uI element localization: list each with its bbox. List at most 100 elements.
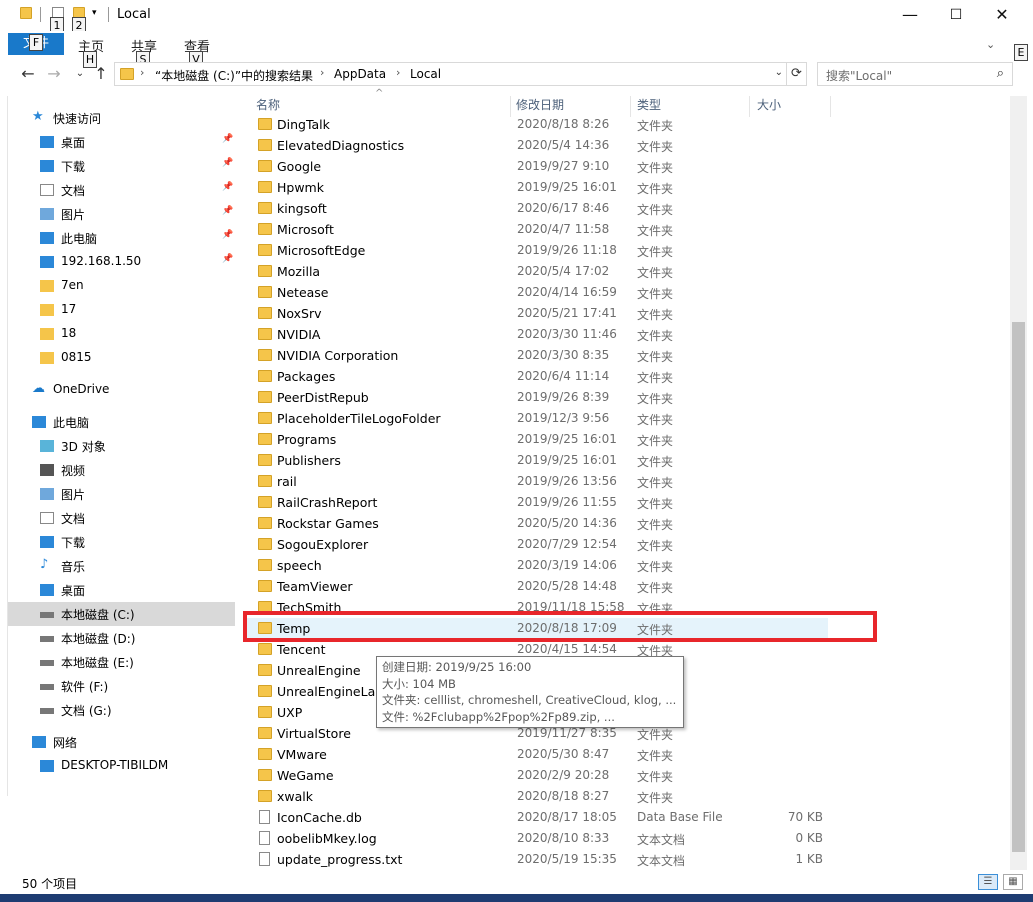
nav-item[interactable]: 本地磁盘 (D:) bbox=[8, 626, 235, 650]
nav-item[interactable]: 下载 bbox=[8, 530, 235, 554]
nav-item[interactable]: 文档 bbox=[8, 506, 235, 530]
breadcrumb-appdata[interactable]: AppData bbox=[334, 67, 386, 81]
nav-item[interactable]: 3D 对象 bbox=[8, 434, 235, 458]
maximize-button[interactable]: ☐ bbox=[933, 0, 979, 31]
file-row[interactable]: Microsoft 2020/4/7 11:58 文件夹 bbox=[243, 219, 828, 240]
desktop-icon bbox=[40, 584, 54, 596]
file-row[interactable]: NVIDIA 2020/3/30 11:46 文件夹 bbox=[243, 324, 828, 345]
nav-item-label: 此电脑 bbox=[53, 416, 90, 430]
file-row[interactable]: xwalk 2020/8/18 8:27 文件夹 bbox=[243, 786, 828, 807]
nav-item[interactable]: 18 bbox=[8, 322, 235, 346]
nav-item[interactable]: 下载 📌 bbox=[8, 154, 235, 178]
nav-item[interactable]: 文档 📌 bbox=[8, 178, 235, 202]
nav-item-label: OneDrive bbox=[53, 382, 110, 396]
nav-item[interactable]: 桌面 bbox=[8, 578, 235, 602]
file-type: 文件夹 bbox=[637, 119, 674, 133]
nav-item[interactable]: 图片 📌 bbox=[8, 202, 235, 226]
nav-item[interactable]: 192.168.1.50 📌 bbox=[8, 250, 235, 274]
large-icons-view-icon[interactable]: ▦ bbox=[1003, 874, 1023, 890]
nav-item-label: 0815 bbox=[61, 350, 92, 364]
forward-icon[interactable]: → bbox=[44, 64, 64, 83]
recent-locations-icon[interactable]: ⌄ bbox=[70, 68, 90, 79]
nav-item[interactable]: 网络 bbox=[8, 730, 235, 754]
close-button[interactable]: ✕ bbox=[979, 0, 1025, 31]
back-icon[interactable]: ← bbox=[18, 64, 38, 83]
file-row[interactable]: Packages 2020/6/4 11:14 文件夹 bbox=[243, 366, 828, 387]
nav-item[interactable]: 图片 bbox=[8, 482, 235, 506]
file-row[interactable]: VMware 2020/5/30 8:47 文件夹 bbox=[243, 744, 828, 765]
file-row[interactable]: oobelibMkey.log 2020/8/10 8:33 文本文档 0 KB bbox=[243, 828, 828, 849]
address-bar[interactable]: › “本地磁盘 (C:)”中的搜索结果 › AppData › Local ⌄ bbox=[114, 62, 787, 86]
nav-item[interactable]: ★ 快速访问 bbox=[8, 106, 235, 130]
file-type: 文件夹 bbox=[637, 140, 674, 154]
expand-ribbon-icon[interactable]: ⌄ bbox=[986, 38, 995, 51]
up-icon[interactable]: ↑ bbox=[91, 64, 111, 83]
file-row[interactable]: Mozilla 2020/5/4 17:02 文件夹 bbox=[243, 261, 828, 282]
nav-item[interactable]: 此电脑 📌 bbox=[8, 226, 235, 250]
folder-icon bbox=[258, 139, 272, 151]
file-name: ElevatedDiagnostics bbox=[277, 138, 405, 153]
file-name: IconCache.db bbox=[277, 810, 362, 825]
nav-item[interactable]: 此电脑 bbox=[8, 410, 235, 434]
nav-item[interactable]: 17 bbox=[8, 298, 235, 322]
drive-icon bbox=[40, 684, 54, 690]
chevron-right-icon[interactable]: › bbox=[396, 66, 400, 79]
file-row[interactable]: Programs 2019/9/25 16:01 文件夹 bbox=[243, 429, 828, 450]
refresh-button[interactable]: ⟳ bbox=[787, 62, 807, 86]
nav-item[interactable]: 0815 bbox=[8, 346, 235, 370]
file-row[interactable]: Rockstar Games 2020/5/20 14:36 文件夹 bbox=[243, 513, 828, 534]
file-name: UnrealEngine bbox=[277, 663, 361, 678]
folder-icon bbox=[40, 304, 54, 316]
customize-qat-icon[interactable]: ▾ bbox=[92, 8, 97, 18]
details-view-icon[interactable]: ☰ bbox=[978, 874, 998, 890]
file-date: 2019/9/26 11:55 bbox=[517, 495, 617, 509]
breadcrumb-search-results[interactable]: “本地磁盘 (C:)”中的搜索结果 bbox=[155, 67, 313, 84]
file-row[interactable]: rail 2019/9/26 13:56 文件夹 bbox=[243, 471, 828, 492]
nav-item[interactable]: 本地磁盘 (C:) bbox=[8, 602, 235, 626]
file-row[interactable]: ElevatedDiagnostics 2020/5/4 14:36 文件夹 bbox=[243, 135, 828, 156]
file-row[interactable]: Publishers 2019/9/25 16:01 文件夹 bbox=[243, 450, 828, 471]
nav-item[interactable]: 视频 bbox=[8, 458, 235, 482]
file-row[interactable]: IconCache.db 2020/8/17 18:05 Data Base Fil… bbox=[243, 807, 828, 828]
file-date: 2020/5/28 14:48 bbox=[517, 579, 617, 593]
computer-icon bbox=[32, 416, 46, 428]
nav-item[interactable]: 软件 (F:) bbox=[8, 674, 235, 698]
file-row[interactable]: speech 2020/3/19 14:06 文件夹 bbox=[243, 555, 828, 576]
file-row[interactable]: WeGame 2020/2/9 20:28 文件夹 bbox=[243, 765, 828, 786]
column-separator[interactable] bbox=[830, 96, 831, 117]
nav-item[interactable]: ☁ OneDrive bbox=[8, 378, 235, 402]
file-date: 2019/12/3 9:56 bbox=[517, 411, 610, 425]
chevron-right-icon[interactable]: › bbox=[140, 66, 144, 79]
file-row[interactable]: Hpwmk 2019/9/25 16:01 文件夹 bbox=[243, 177, 828, 198]
nav-item[interactable]: 文档 (G:) bbox=[8, 698, 235, 722]
file-row[interactable]: SogouExplorer 2020/7/29 12:54 文件夹 bbox=[243, 534, 828, 555]
file-row[interactable]: DingTalk 2020/8/18 8:26 文件夹 bbox=[243, 114, 828, 135]
search-input[interactable]: 搜索"Local" ⌕ bbox=[817, 62, 1013, 86]
minimize-button[interactable]: — bbox=[887, 0, 933, 31]
chevron-right-icon[interactable]: › bbox=[320, 66, 324, 79]
file-row[interactable]: Google 2019/9/27 9:10 文件夹 bbox=[243, 156, 828, 177]
file-row[interactable]: TeamViewer 2020/5/28 14:48 文件夹 bbox=[243, 576, 828, 597]
file-row[interactable]: kingsoft 2020/6/17 8:46 文件夹 bbox=[243, 198, 828, 219]
file-row[interactable]: Netease 2020/4/14 16:59 文件夹 bbox=[243, 282, 828, 303]
folder-icon bbox=[258, 244, 272, 256]
folder-icon[interactable] bbox=[20, 7, 32, 19]
breadcrumb-local[interactable]: Local bbox=[410, 67, 441, 81]
nav-item[interactable]: 7en bbox=[8, 274, 235, 298]
nav-item[interactable]: DESKTOP-TIBILDM bbox=[8, 754, 235, 778]
file-row[interactable]: NVIDIA Corporation 2020/3/30 8:35 文件夹 bbox=[243, 345, 828, 366]
file-row[interactable]: NoxSrv 2020/5/21 17:41 文件夹 bbox=[243, 303, 828, 324]
file-row[interactable]: RailCrashReport 2019/9/26 11:55 文件夹 bbox=[243, 492, 828, 513]
file-row[interactable]: update_progress.txt 2020/5/19 15:35 文本文档 1 … bbox=[243, 849, 828, 870]
folder-icon bbox=[258, 580, 272, 592]
nav-item[interactable]: ♪ 音乐 bbox=[8, 554, 235, 578]
file-row[interactable]: PlaceholderTileLogoFolder 2019/12/3 9:56 文… bbox=[243, 408, 828, 429]
scrollbar-thumb[interactable] bbox=[1012, 322, 1025, 852]
chevron-down-icon[interactable]: ⌄ bbox=[775, 67, 783, 78]
file-name: Mozilla bbox=[277, 264, 321, 279]
file-type: 文件夹 bbox=[637, 791, 674, 805]
nav-item[interactable]: 桌面 📌 bbox=[8, 130, 235, 154]
nav-item[interactable]: 本地磁盘 (E:) bbox=[8, 650, 235, 674]
file-row[interactable]: MicrosoftEdge 2019/9/26 11:18 文件夹 bbox=[243, 240, 828, 261]
file-row[interactable]: PeerDistRepub 2019/9/26 8:39 文件夹 bbox=[243, 387, 828, 408]
